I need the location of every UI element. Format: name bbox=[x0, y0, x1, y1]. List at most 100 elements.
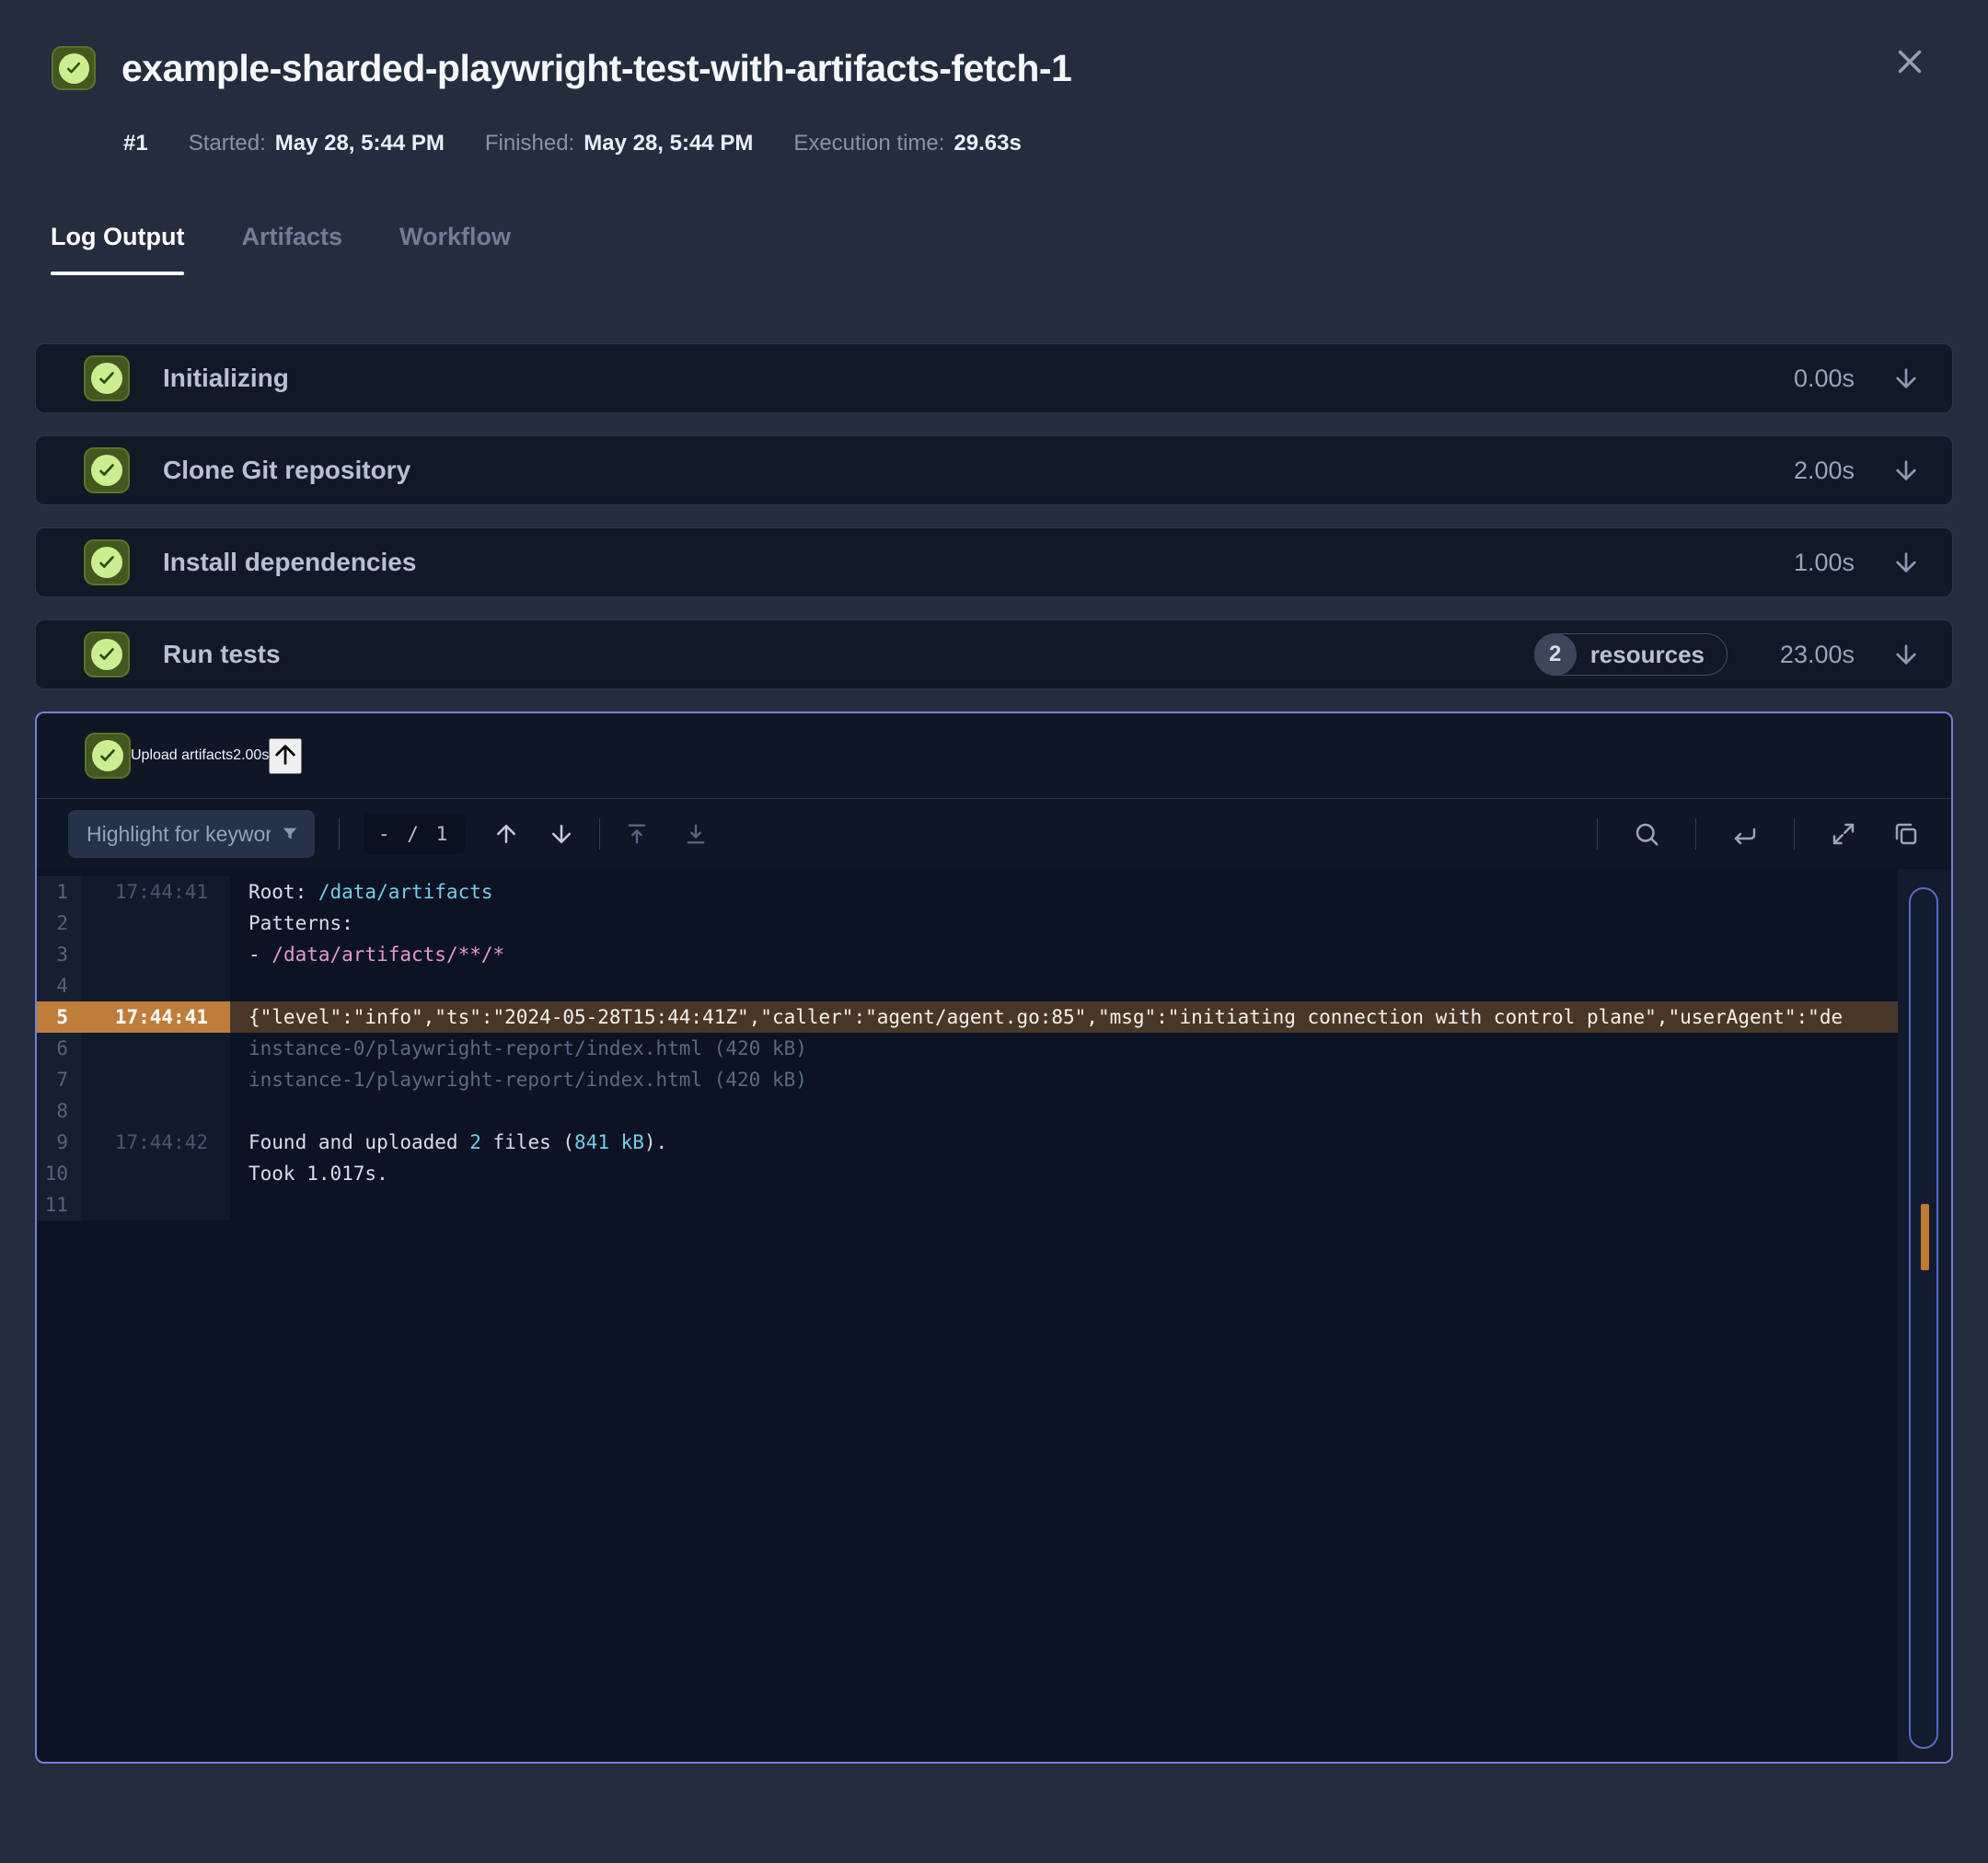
step-success-icon bbox=[84, 355, 130, 401]
expand-fullscreen-icon[interactable] bbox=[1830, 820, 1857, 848]
step-success-icon bbox=[85, 733, 131, 779]
log-line-text bbox=[230, 1095, 1898, 1127]
resources-badge[interactable]: 2 resources bbox=[1533, 632, 1728, 676]
log-line-text: Took 1.017s. bbox=[230, 1158, 1898, 1189]
log-line-timestamp bbox=[81, 939, 230, 970]
check-icon bbox=[91, 639, 122, 670]
resources-label: resources bbox=[1589, 640, 1705, 668]
log-segment: /data/artifacts/**/* bbox=[272, 943, 505, 966]
copy-icon[interactable] bbox=[1892, 820, 1920, 848]
step-success-icon bbox=[84, 539, 130, 585]
tab-bar: Log Output Artifacts Workflow bbox=[51, 223, 1953, 275]
log-segment: Found and uploaded bbox=[248, 1131, 470, 1153]
step-row-initializing[interactable]: Initializing 0.00s bbox=[35, 343, 1953, 413]
step-label: Install dependencies bbox=[163, 548, 417, 576]
scroll-to-bottom-icon[interactable] bbox=[683, 821, 709, 847]
step-row-upload-artifacts[interactable]: Upload artifacts 2.00s bbox=[37, 713, 1951, 799]
step-duration: 0.00s bbox=[1793, 364, 1855, 392]
log-segment: Patterns: bbox=[248, 912, 353, 934]
log-line: 8 bbox=[37, 1095, 1898, 1127]
log-line-timestamp bbox=[81, 1095, 230, 1127]
log-line: 2 Patterns: bbox=[37, 908, 1898, 939]
divider bbox=[1597, 818, 1598, 850]
log-line: 9 17:44:42 Found and uploaded 2 files (8… bbox=[37, 1127, 1898, 1158]
tab-workflow[interactable]: Workflow bbox=[399, 223, 511, 275]
chevron-down-icon[interactable] bbox=[1891, 364, 1921, 393]
log-line-number: 3 bbox=[37, 939, 81, 970]
started-label: Started: bbox=[188, 131, 266, 156]
chevron-down-icon[interactable] bbox=[1891, 640, 1921, 669]
step-success-icon bbox=[84, 631, 130, 677]
log-line-number: 4 bbox=[37, 970, 81, 1001]
close-icon[interactable] bbox=[1890, 42, 1929, 81]
check-icon bbox=[58, 52, 89, 84]
log-line-timestamp bbox=[81, 1033, 230, 1064]
chevron-down-icon[interactable] bbox=[1891, 456, 1921, 485]
step-success-icon bbox=[84, 447, 130, 493]
log-line-number: 1 bbox=[37, 876, 81, 908]
wrap-lines-icon[interactable] bbox=[1731, 820, 1759, 848]
previous-match-icon[interactable] bbox=[492, 820, 520, 848]
execution-time-value: 29.63s bbox=[954, 131, 1022, 156]
match-counter: - / 1 bbox=[364, 814, 466, 854]
log-line-text: Found and uploaded 2 files (841 kB). bbox=[230, 1127, 1898, 1158]
finished-label: Finished: bbox=[484, 131, 575, 156]
log-segment: ). bbox=[643, 1131, 668, 1153]
log-toolbar: - / 1 bbox=[37, 799, 1951, 869]
search-icon[interactable] bbox=[1633, 820, 1660, 848]
log-line-text: - /data/artifacts/**/* bbox=[230, 939, 1898, 970]
log-line-timestamp: 17:44:41 bbox=[81, 876, 230, 908]
log-line-number: 10 bbox=[37, 1158, 81, 1189]
log-line: 11 bbox=[37, 1189, 1898, 1221]
step-row-install-dependencies[interactable]: Install dependencies 1.00s bbox=[35, 527, 1953, 597]
step-label: Upload artifacts bbox=[131, 747, 234, 763]
check-icon bbox=[91, 455, 122, 486]
tab-artifacts[interactable]: Artifacts bbox=[241, 223, 342, 275]
step-duration: 1.00s bbox=[1793, 548, 1855, 576]
step-duration: 2.00s bbox=[1793, 456, 1855, 484]
log-line: 6 instance-0/playwright-report/index.htm… bbox=[37, 1033, 1898, 1064]
step-duration: 23.00s bbox=[1779, 640, 1855, 668]
tab-log-output[interactable]: Log Output bbox=[51, 223, 185, 275]
chevron-down-icon[interactable] bbox=[1891, 548, 1921, 577]
divider bbox=[1794, 818, 1795, 850]
finished-group: Finished: May 28, 5:44 PM bbox=[485, 131, 753, 156]
scrollbar-thumb[interactable] bbox=[1921, 1204, 1929, 1270]
log-line-number: 7 bbox=[37, 1064, 81, 1095]
log-line: 5 17:44:41 {"level":"info","ts":"2024-05… bbox=[37, 1001, 1898, 1033]
match-nav bbox=[492, 820, 575, 848]
log-segment: 841 kB bbox=[574, 1131, 644, 1153]
scroll-to-top-icon[interactable] bbox=[624, 821, 650, 847]
step-list: Initializing 0.00s Clone Git repository … bbox=[35, 343, 1953, 1764]
log-line: 3 - /data/artifacts/**/* bbox=[37, 939, 1898, 970]
chevron-up-icon[interactable] bbox=[269, 737, 303, 774]
log-line-number: 6 bbox=[37, 1033, 81, 1064]
log-segment: Root: bbox=[248, 881, 318, 903]
log-line: 10 Took 1.017s. bbox=[37, 1158, 1898, 1189]
step-row-run-tests[interactable]: Run tests 2 resources 23.00s bbox=[35, 619, 1953, 689]
execution-time-group: Execution time: 29.63s bbox=[793, 131, 1021, 156]
step-card-upload-artifacts: Upload artifacts 2.00s - / 1 bbox=[35, 712, 1953, 1764]
log-line-timestamp bbox=[81, 970, 230, 1001]
scrollbar-track[interactable] bbox=[1909, 887, 1938, 1749]
log-line-number: 5 bbox=[37, 1001, 81, 1033]
log-line: 1 17:44:41 Root: /data/artifacts bbox=[37, 876, 1898, 908]
keyword-filter-input[interactable] bbox=[87, 821, 271, 847]
log-line-timestamp: 17:44:41 bbox=[81, 1001, 230, 1033]
job-success-icon bbox=[52, 46, 96, 90]
log-line-timestamp bbox=[81, 1064, 230, 1095]
job-header: example-sharded-playwright-test-with-art… bbox=[35, 46, 1953, 90]
started-value: May 28, 5:44 PM bbox=[274, 131, 445, 156]
finished-value: May 28, 5:44 PM bbox=[584, 131, 754, 156]
jump-controls bbox=[624, 821, 709, 847]
divider bbox=[339, 818, 340, 850]
filter-funnel-icon bbox=[280, 824, 300, 844]
log-segment: Took 1.017s. bbox=[248, 1163, 388, 1185]
job-details-panel: example-sharded-playwright-test-with-art… bbox=[0, 0, 1988, 1764]
step-row-clone-git-repository[interactable]: Clone Git repository 2.00s bbox=[35, 435, 1953, 505]
log-line-text: instance-0/playwright-report/index.html … bbox=[230, 1033, 1898, 1064]
execution-time-label: Execution time: bbox=[793, 131, 945, 156]
run-number: #1 bbox=[123, 131, 148, 156]
log-line-timestamp: 17:44:42 bbox=[81, 1127, 230, 1158]
next-match-icon[interactable] bbox=[548, 820, 575, 848]
